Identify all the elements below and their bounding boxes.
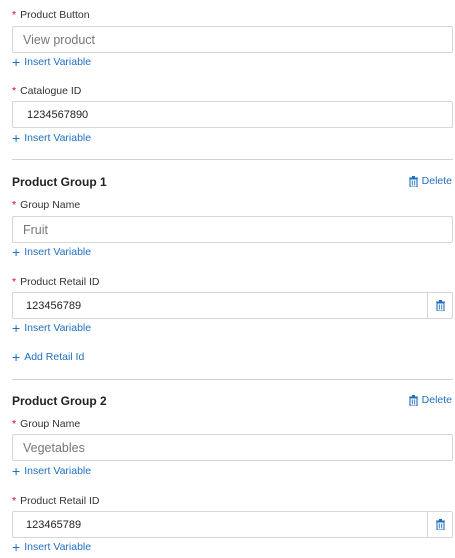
product-button-label: * Product Button [12, 9, 90, 21]
insert-variable-link[interactable]: + Insert Variable [12, 130, 91, 146]
delete-group-button[interactable]: Delete [408, 394, 452, 406]
required-marker: * [12, 276, 17, 288]
trash-icon [435, 300, 445, 311]
required-marker: * [12, 9, 17, 21]
section-divider [12, 159, 453, 160]
section-divider [12, 379, 453, 380]
insert-variable-link[interactable]: + Insert Variable [12, 463, 91, 479]
plus-icon: + [12, 54, 21, 70]
required-marker: * [12, 418, 17, 430]
plus-icon: + [12, 244, 21, 260]
product-retail-id-label: * Product Retail ID [12, 495, 100, 507]
plus-icon: + [12, 320, 21, 336]
remove-retail-id-button[interactable] [427, 293, 452, 318]
remove-retail-id-button[interactable] [427, 512, 452, 537]
insert-variable-link[interactable]: + Insert Variable [12, 320, 91, 336]
insert-variable-link[interactable]: + Insert Variable [12, 244, 91, 260]
trash-icon [408, 394, 418, 406]
plus-icon: + [12, 130, 21, 146]
catalogue-id-label: * Catalogue ID [12, 85, 82, 97]
group-title: Product Group 2 [12, 394, 107, 408]
plus-icon: + [12, 539, 21, 555]
group-name-label: * Group Name [12, 418, 81, 430]
trash-icon [408, 175, 418, 187]
delete-group-button[interactable]: Delete [408, 175, 452, 187]
group-name-field[interactable]: Fruit [12, 216, 453, 243]
required-marker: * [12, 199, 17, 211]
required-marker: * [12, 495, 17, 507]
group-name-label: * Group Name [12, 199, 81, 211]
add-retail-id-button[interactable]: + Add Retail Id [12, 349, 84, 365]
product-retail-id-label: * Product Retail ID [12, 276, 100, 288]
insert-variable-link[interactable]: + Insert Variable [12, 54, 91, 70]
trash-icon [435, 519, 445, 530]
plus-icon: + [12, 463, 21, 479]
required-marker: * [12, 85, 17, 97]
insert-variable-link[interactable]: + Insert Variable [12, 539, 91, 555]
product-retail-id-field[interactable]: 123456789 [12, 292, 453, 319]
group-title: Product Group 1 [12, 175, 107, 189]
product-button-field[interactable]: View product [12, 26, 453, 53]
product-retail-id-field[interactable]: 123465789 [12, 511, 453, 538]
plus-icon: + [12, 349, 21, 365]
catalogue-id-field[interactable]: 1234567890 [12, 101, 453, 128]
group-name-field[interactable]: Vegetables [12, 434, 453, 461]
